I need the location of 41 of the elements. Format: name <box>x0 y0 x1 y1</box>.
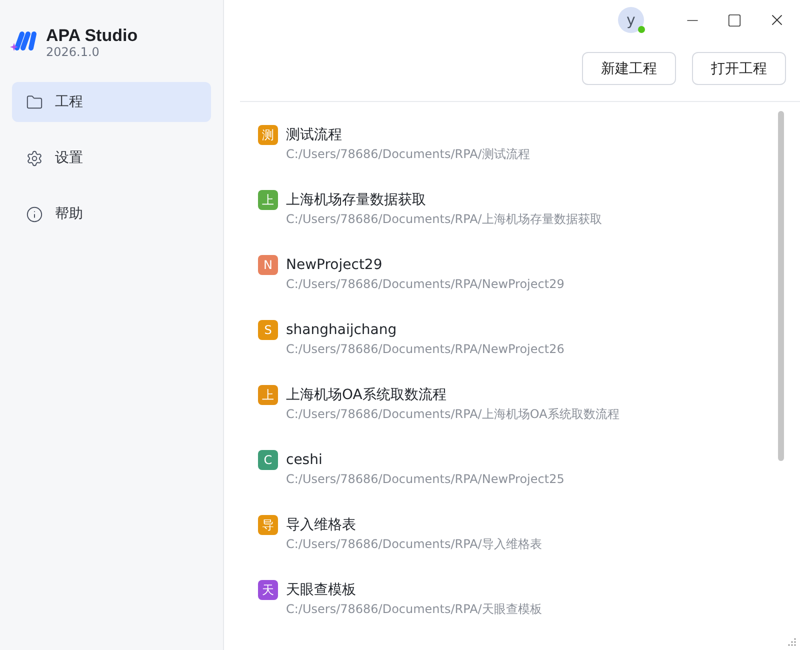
app-name: APA Studio <box>46 26 138 44</box>
project-badge: S <box>258 320 278 340</box>
project-path: C:/Users/78686/Documents/RPA/测试流程 <box>286 146 531 162</box>
user-avatar[interactable]: y <box>618 7 644 33</box>
project-name[interactable]: shanghaijchang <box>286 319 800 341</box>
sidebar-item-label: 工程 <box>55 93 83 111</box>
project-name[interactable]: 上海机场OA系统取数流程 <box>286 384 800 406</box>
scrollbar[interactable] <box>778 111 784 461</box>
info-icon <box>26 206 43 222</box>
project-badge: N <box>258 255 278 275</box>
project-badge: C <box>258 450 278 470</box>
app-version: 2026.1.0 <box>46 44 100 58</box>
project-name[interactable]: 天眼查模板 <box>286 579 800 601</box>
project-path: C:/Users/78686/Documents/RPA/NewProject29 <box>286 276 566 292</box>
project-button[interactable]: 打开工程 <box>692 52 786 85</box>
project-path: C:/Users/78686/Documents/RPA/NewProject25 <box>286 471 566 487</box>
project-name[interactable]: 上海机场存量数据获取 <box>286 189 800 211</box>
folder-icon <box>26 94 43 110</box>
sidebar-item[interactable]: 设置 <box>12 138 211 178</box>
resize-grip-icon[interactable] <box>788 638 796 646</box>
project-path: C:/Users/78686/Documents/RPA/导入维格表 <box>286 536 543 552</box>
project-name[interactable]: ceshi <box>286 449 800 471</box>
project-path: C:/Users/78686/Documents/RPA/上海机场存量数据获取 <box>286 211 603 227</box>
project-name[interactable]: NewProject29 <box>286 254 800 276</box>
project-name[interactable]: 测试流程 <box>286 124 800 146</box>
sidebar-item[interactable]: 帮助 <box>12 194 211 234</box>
project-badge: 天 <box>258 580 278 600</box>
project-badge: 测 <box>258 125 278 145</box>
sidebar-item[interactable]: 工程 <box>12 82 211 122</box>
sidebar-item-label: 设置 <box>55 149 83 167</box>
project-path: C:/Users/78686/Documents/RPA/NewProject26 <box>286 341 566 357</box>
settings-icon <box>26 150 43 166</box>
maximize-icon[interactable] <box>727 12 742 28</box>
project-badge: 导 <box>258 515 278 535</box>
project-path: C:/Users/78686/Documents/RPA/天眼查模板 <box>286 601 543 617</box>
project-badge: 上 <box>258 385 278 405</box>
project-name[interactable]: 导入维格表 <box>286 514 800 536</box>
sidebar-item-label: 帮助 <box>55 205 83 223</box>
project-path: C:/Users/78686/Documents/RPA/上海机场OA系统取数流程 <box>286 406 620 422</box>
project-button[interactable]: 新建工程 <box>582 52 676 85</box>
project-badge: 上 <box>258 190 278 210</box>
